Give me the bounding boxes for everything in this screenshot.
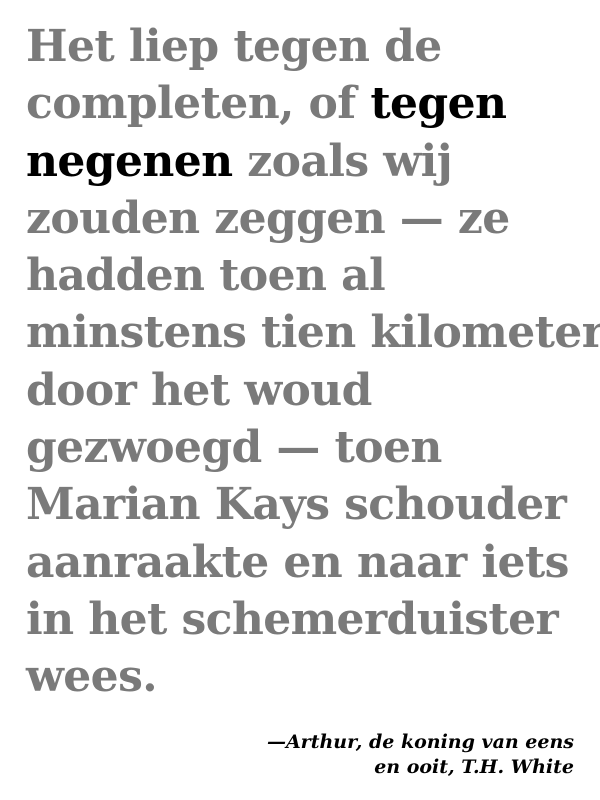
quote-line-2: completen, of tegen <box>26 75 596 132</box>
attribution-line-1: —Arthur, de koning van eens <box>266 731 574 753</box>
attribution-line-2: en ooit, T.H. White <box>374 756 574 778</box>
quote-line-5: hadden toen al <box>26 250 386 302</box>
quote-line-7: door het woud <box>26 364 372 416</box>
quote-line-10: aanraakte en naar iets <box>26 536 569 588</box>
quote-line-2-text: completen, of <box>26 78 371 130</box>
quote-line-4: zouden zeggen — ze <box>26 192 510 244</box>
quote-line-1: Het liep tegen de <box>26 21 442 72</box>
quote-text: Het liep tegen de completen, of tegen ne… <box>26 18 600 706</box>
quote-line-8: gezwoegd — toen <box>26 422 442 474</box>
quote-line-6: minstens tien kilometer <box>26 307 600 359</box>
attribution: —Arthur, de koning van eens en ooit, T.H… <box>267 730 574 780</box>
quote-line-9: Marian Kays schouder <box>26 479 567 531</box>
emphasized-phrase-part-1: tegen <box>370 78 507 130</box>
quote-line-3-text: zoals wij <box>232 135 453 187</box>
quote-line-12: wees. <box>26 651 158 703</box>
quote-line-3: negenen zoals wij <box>26 133 596 190</box>
emphasized-phrase-part-2: negenen <box>26 135 233 187</box>
quote-line-11: in het schemerduister <box>26 593 559 645</box>
